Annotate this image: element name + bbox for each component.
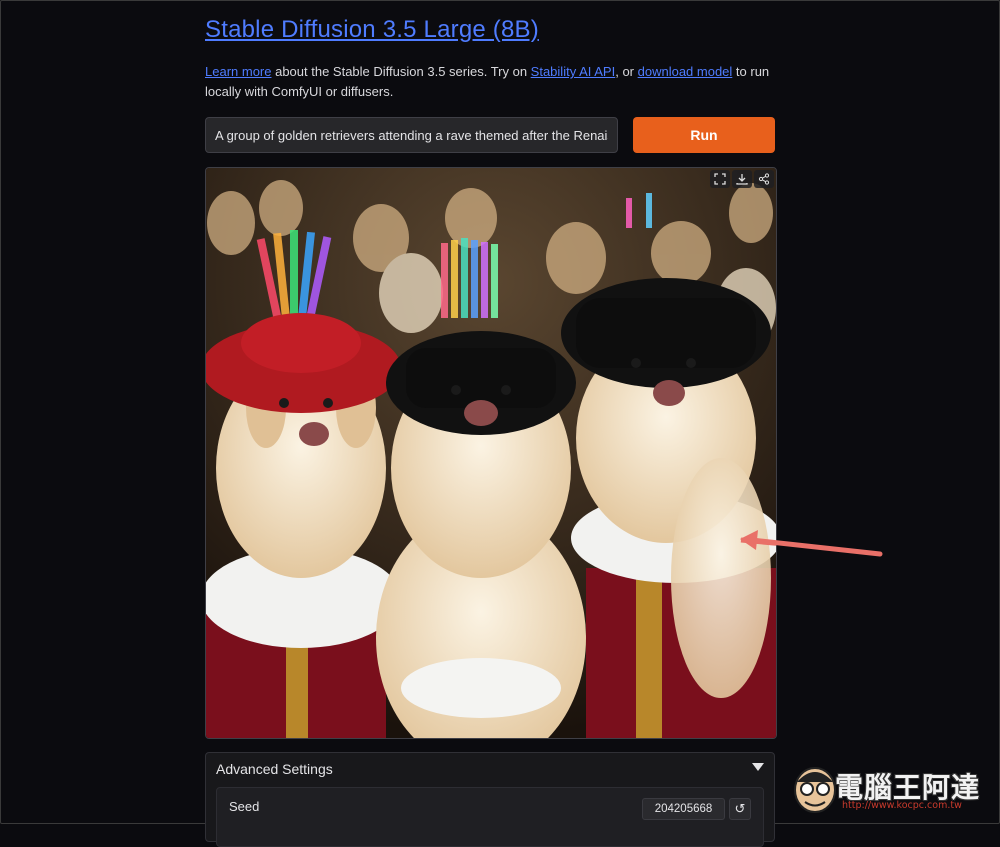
description-text-2: , or	[615, 64, 638, 79]
description: Learn more about the Stable Diffusion 3.…	[205, 62, 780, 102]
share-icon[interactable]	[754, 170, 774, 188]
seed-row: Seed ↺	[216, 787, 764, 847]
image-toolbar	[710, 170, 774, 188]
prompt-input[interactable]	[205, 117, 618, 153]
stability-api-link[interactable]: Stability AI API	[531, 64, 616, 79]
learn-more-link[interactable]: Learn more	[205, 64, 271, 79]
fullscreen-icon[interactable]	[710, 170, 730, 188]
advanced-settings-toggle[interactable]: Advanced Settings	[216, 761, 333, 777]
reset-seed-button[interactable]: ↺	[729, 798, 751, 820]
watermark: 電腦王阿達 http://www.kocpc.com.tw	[790, 760, 995, 816]
advanced-settings-panel: Advanced Settings Seed ↺	[205, 752, 775, 847]
watermark-url: http://www.kocpc.com.tw	[842, 800, 962, 811]
download-icon[interactable]	[732, 170, 752, 188]
download-model-link[interactable]: download model	[638, 64, 733, 79]
arrow-pointer	[740, 530, 883, 557]
caret-down-icon[interactable]	[752, 763, 764, 771]
page-title: Stable Diffusion 3.5 Large (8B)	[205, 16, 539, 44]
mascot-logo-icon	[794, 767, 836, 813]
seed-input[interactable]	[642, 798, 725, 820]
title-link[interactable]: Stable Diffusion 3.5 Large (8B)	[205, 16, 539, 43]
seed-label: Seed	[229, 799, 260, 814]
generated-image-panel	[205, 167, 777, 739]
run-button[interactable]: Run	[633, 117, 775, 153]
description-text-1: about the Stable Diffusion 3.5 series. T…	[271, 64, 531, 79]
generated-image	[206, 168, 776, 738]
